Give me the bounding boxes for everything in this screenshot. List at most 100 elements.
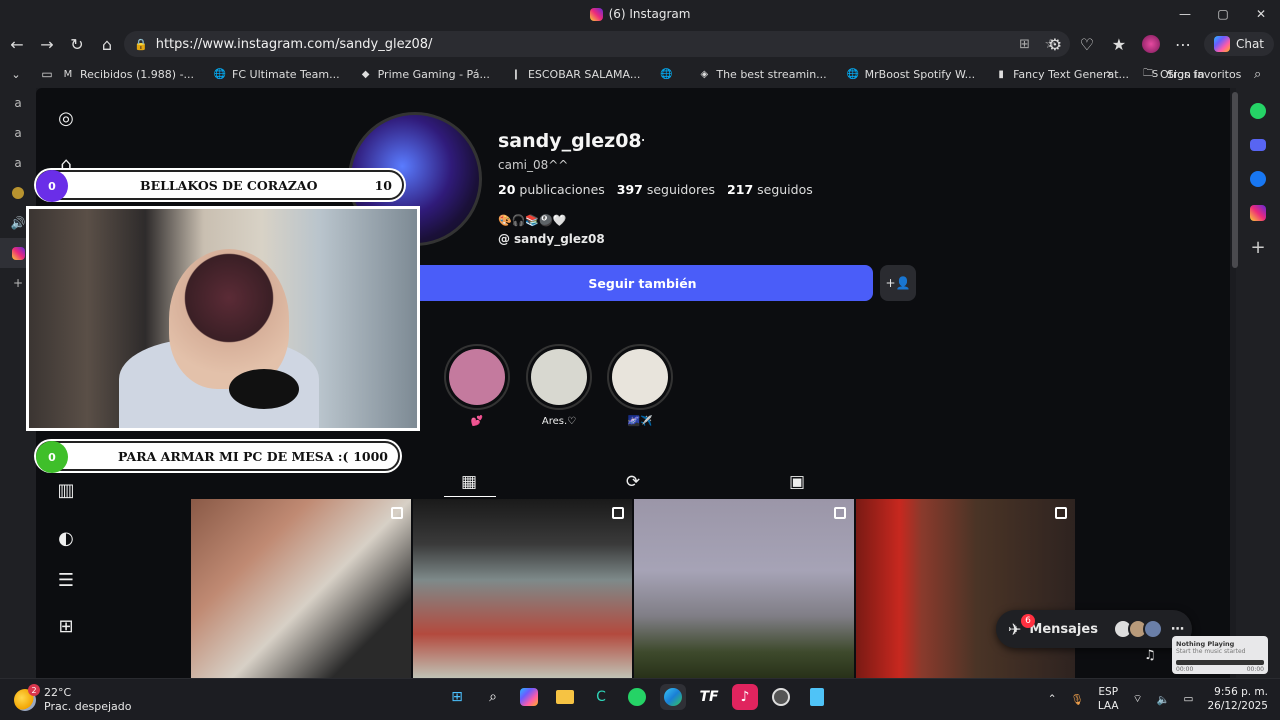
browser-essentials-icon[interactable]: ♡ [1072,29,1102,59]
search-icon[interactable]: ⌕ [1254,67,1261,82]
profile-username: sandy_glez08 [498,130,642,152]
follow-button[interactable]: Seguir también [412,265,873,301]
discord-icon[interactable] [1236,128,1280,162]
copilot-chat-button[interactable]: Chat [1203,32,1274,56]
suggest-user-icon[interactable]: +👤 [880,265,916,301]
obs-icon[interactable] [768,684,794,710]
favorite-label: Fancy Text Generat... [1013,67,1130,81]
instagram-side-icon[interactable] [1236,196,1280,230]
instagram-logo-icon[interactable]: ◎ [54,106,78,130]
apps-icon[interactable]: ⊞ [54,614,78,638]
highlight-label: 🌌✈️ [627,416,653,427]
more-menu-icon[interactable]: ⋯ [1168,29,1198,59]
favorites-icon[interactable]: ★ [1104,29,1134,59]
instagram-icon [589,7,603,21]
weather-widget[interactable]: 2 22°C Prac. despejado [14,684,132,714]
whatsapp-icon[interactable] [1236,94,1280,128]
favorite-item[interactable]: ◈ The best streamin... [698,67,827,81]
threads-icon[interactable]: ◐ [54,526,78,550]
tf-app-icon[interactable]: TF [696,684,722,710]
followers-stat[interactable]: 397 seguidores [617,182,715,197]
message-avatars [1112,619,1163,639]
highlight-1[interactable]: 💕 [444,344,510,427]
split-screen-icon[interactable]: ⊞ [1019,37,1030,52]
language-indicator[interactable]: ESP LAA [1098,685,1119,713]
now-playing-title: Nothing Playing [1176,640,1235,648]
favorite-item[interactable]: ◆ Prime Gaming - Pá... [360,68,490,81]
refresh-icon[interactable]: ↻ [62,29,92,59]
highlight-2[interactable]: Ares.♡ [526,344,592,427]
page-scrollbar[interactable] [1232,92,1238,268]
now-playing-widget[interactable]: Nothing Playing Start the music started … [1172,636,1268,674]
favorite-item[interactable]: 🌐 MrBoost Spotify W... [846,67,976,81]
volume-icon[interactable]: 🔈 [1156,693,1169,706]
whatsapp-icon[interactable] [624,684,650,710]
add-sidebar-icon[interactable]: + [1236,230,1280,264]
chevron-right-icon[interactable]: › [1106,66,1112,82]
tab-reposts-icon[interactable]: ⟳ [618,468,648,496]
circle-tab-icon[interactable] [0,178,36,208]
favorite-item[interactable]: M Recibidos (1.988) -... [62,68,194,81]
posts-grid [191,499,1075,678]
menu-icon[interactable]: ☰ [54,568,78,592]
highlight-label: 💕 [470,416,484,427]
following-stat[interactable]: 217 seguidos [727,182,813,197]
home-icon[interactable]: ⌂ [92,29,122,59]
clock[interactable]: 9:56 p. m. 26/12/2025 [1207,685,1268,713]
followers-label: seguidores [646,182,716,197]
post-thumbnail[interactable] [191,499,411,678]
threads-link[interactable]: @ sandy_glez08 [498,232,605,246]
show-hidden-icons[interactable]: ⌃ [1048,693,1057,705]
edge-icon[interactable] [660,684,686,710]
profile-avatar[interactable] [1136,29,1166,59]
notepad-icon[interactable] [804,684,830,710]
favorite-label: MrBoost Spotify W... [864,67,976,81]
favorite-item[interactable]: 🌐 [660,68,678,80]
tab-posts-grid-icon[interactable]: ▦ [454,468,484,496]
favorite-label: The best streamin... [716,67,827,81]
other-favorites[interactable]: 🗀 Otros favoritos [1142,68,1241,81]
favorites-bar: ⌄ ▭ M Recibidos (1.988) -... 🌐 FC Ultimate … [0,60,1280,88]
weather-desc: Prac. despejado [44,700,132,713]
app-c-icon[interactable]: C [588,684,614,710]
forward-icon[interactable]: → [32,29,62,59]
maximize-button[interactable]: ▢ [1204,0,1242,28]
amazon-tab-icon[interactable]: a [0,148,36,178]
file-explorer-icon[interactable] [552,684,578,710]
extensions-icon[interactable]: ⚙ [1040,29,1070,59]
multiple-images-icon [390,507,403,519]
highlight-3[interactable]: 🌌✈️ [607,344,673,427]
microphone-icon[interactable]: 🎙 [1071,693,1084,706]
facebook-icon[interactable] [1236,162,1280,196]
favorite-item[interactable]: 🌐 FC Ultimate Team... [214,68,340,81]
post-thumbnail[interactable] [855,499,1075,678]
tab-actions-icon[interactable]: ▭ [32,59,62,89]
system-tray: ⌃ 🎙 ESP LAA ⌔ 🔈 ▭ 9:56 p. m. 26/12/2025 [1048,685,1268,713]
address-bar[interactable]: 🔒 https://www.instagram.com/sandy_glez08… [124,31,1070,57]
tiktok-icon[interactable]: ♪ [732,684,758,710]
music-note-icon[interactable]: ♫ [1144,648,1156,663]
bio-emoji: 🎨🎧📚🎱🤍 [498,214,567,227]
chevron-down-icon[interactable]: ⌄ [0,59,32,89]
posts-count: 20 [498,182,516,197]
back-icon[interactable]: ← [2,29,32,59]
time-left: 00:00 [1176,666,1194,673]
favorite-item[interactable]: ❙ ESCOBAR SALAMA... [510,68,641,81]
amazon-tab-icon[interactable]: a [0,88,36,118]
wifi-icon[interactable]: ⌔ [1133,692,1143,706]
search-icon[interactable]: ⌕ [480,684,506,710]
amazon-tab-icon[interactable]: a [0,118,36,148]
donation-goal-2: 0 PARA ARMAR MI PC DE MESA :( 1000 [36,441,400,473]
url-text: https://www.instagram.com/sandy_glez08/ [155,36,433,52]
start-icon[interactable]: ⊞ [444,684,470,710]
post-thumbnail[interactable] [634,499,854,678]
battery-icon[interactable]: ▭ [1184,693,1194,705]
post-thumbnail[interactable] [412,499,632,678]
options-icon[interactable]: ⋯ [630,130,646,149]
gmail-icon: M [63,68,73,80]
copilot-icon[interactable] [516,684,542,710]
now-playing-progress [1176,660,1264,665]
tab-tagged-icon[interactable]: ▣ [782,468,812,496]
close-button[interactable]: ✕ [1242,0,1280,28]
minimize-button[interactable]: — [1166,0,1204,28]
